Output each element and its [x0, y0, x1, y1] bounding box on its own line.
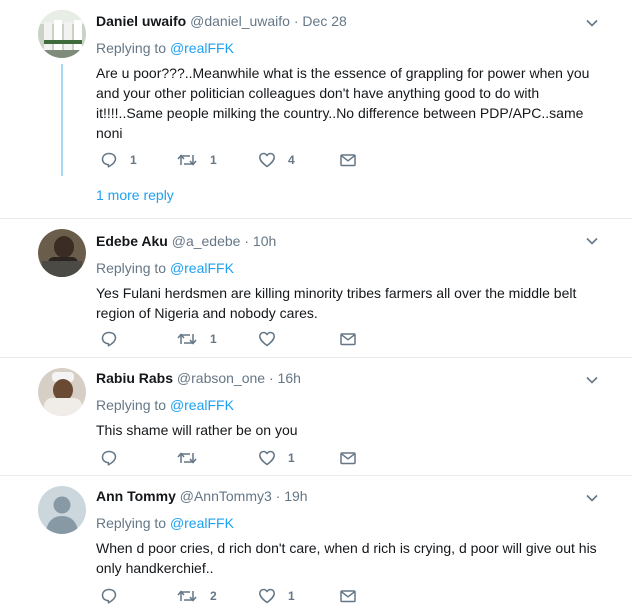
display-name[interactable]: Edebe Aku [96, 233, 168, 249]
heart-icon [259, 331, 275, 347]
user-handle[interactable]: @AnnTommy3 [180, 488, 272, 504]
chevron-down-icon[interactable] [586, 374, 598, 386]
replying-to: Replying to @realFFK [96, 396, 602, 414]
tweet-actions: 1 [96, 329, 416, 349]
retweet-button[interactable]: 1 [176, 329, 217, 349]
replying-label: Replying to [96, 40, 167, 56]
replying-to: Replying to @realFFK [96, 514, 602, 532]
chevron-down-icon[interactable] [586, 17, 598, 29]
tweet-actions: 1 [96, 448, 416, 468]
reply-button[interactable] [100, 448, 130, 468]
reply-icon [101, 588, 117, 604]
tweet-actions: 1 1 4 [96, 150, 416, 170]
chevron-down-icon[interactable] [586, 492, 598, 504]
envelope-icon [340, 452, 356, 465]
replying-label: Replying to [96, 397, 167, 413]
tweet-text: Yes Fulani herdsmen are killing minority… [96, 285, 577, 321]
tweet-card[interactable]: Daniel uwaifo @daniel_uwaifo · Dec 28 Re… [0, 0, 632, 219]
tweet-header: Rabiu Rabs @rabson_one · 16h [96, 369, 602, 387]
tweet-header: Ann Tommy @AnnTommy3 · 19h [96, 487, 602, 505]
replying-label: Replying to [96, 515, 167, 531]
retweet-button[interactable] [176, 448, 210, 468]
avatar-photo [38, 10, 86, 58]
user-handle[interactable]: @a_edebe [172, 233, 241, 249]
tweet-card[interactable]: Ann Tommy @AnnTommy3 · 19h Replying to @… [0, 476, 632, 615]
timestamp[interactable]: 16h [278, 370, 301, 386]
direct-message-button[interactable] [339, 150, 357, 170]
heart-icon [259, 588, 275, 604]
tweet-text: When d poor cries, d rich don't care, wh… [96, 540, 597, 576]
like-button[interactable]: 4 [258, 150, 295, 170]
reply-icon [101, 331, 117, 347]
thread-line [61, 64, 63, 176]
retweet-icon [177, 452, 197, 464]
tweet-card[interactable]: Rabiu Rabs @rabson_one · 16h Replying to… [0, 358, 632, 476]
envelope-icon [340, 590, 356, 603]
retweet-icon [177, 154, 197, 166]
reply-count: 1 [130, 153, 137, 167]
tweet-header: Edebe Aku @a_edebe · 10h [96, 232, 602, 250]
tweet-text: Are u poor???..Meanwhile what is the ess… [96, 65, 590, 141]
replying-to: Replying to @realFFK [96, 259, 602, 277]
separator: · [293, 13, 299, 29]
separator: · [268, 370, 274, 386]
tweet-card[interactable]: Edebe Aku @a_edebe · 10h Replying to @re… [0, 219, 632, 358]
display-name[interactable]: Daniel uwaifo [96, 13, 186, 29]
tweet-text: This shame will rather be on you [96, 422, 298, 438]
replying-label: Replying to [96, 260, 167, 276]
user-handle[interactable]: @rabson_one [177, 370, 265, 386]
avatar[interactable] [38, 486, 86, 534]
mention-link[interactable]: @realFFK [170, 397, 234, 413]
like-button[interactable] [258, 329, 288, 349]
separator: · [244, 233, 250, 249]
default-avatar-icon [38, 486, 86, 534]
retweet-icon [177, 590, 197, 602]
timestamp[interactable]: 19h [284, 488, 307, 504]
like-button[interactable]: 1 [258, 586, 295, 606]
like-count: 1 [288, 451, 295, 465]
direct-message-button[interactable] [339, 586, 357, 606]
display-name[interactable]: Rabiu Rabs [96, 370, 173, 386]
retweet-icon [177, 333, 197, 345]
reply-button[interactable]: 1 [100, 150, 137, 170]
retweet-button[interactable]: 1 [176, 150, 217, 170]
tweet-actions: 2 1 [96, 586, 416, 606]
retweet-count: 1 [210, 332, 217, 346]
avatar[interactable] [38, 368, 86, 416]
direct-message-button[interactable] [339, 329, 357, 349]
like-count: 1 [288, 589, 295, 603]
reply-button[interactable] [100, 329, 130, 349]
retweet-count: 2 [210, 589, 217, 603]
reply-icon [101, 450, 117, 466]
replying-to: Replying to @realFFK [96, 39, 602, 57]
like-button[interactable]: 1 [258, 448, 295, 468]
reply-icon [101, 152, 117, 168]
timestamp[interactable]: 10h [253, 233, 276, 249]
mention-link[interactable]: @realFFK [170, 515, 234, 531]
retweet-count: 1 [210, 153, 217, 167]
separator: · [275, 488, 281, 504]
tweet-header: Daniel uwaifo @daniel_uwaifo · Dec 28 [96, 12, 602, 30]
mention-link[interactable]: @realFFK [170, 260, 234, 276]
timestamp[interactable]: Dec 28 [302, 13, 346, 29]
envelope-icon [340, 154, 356, 167]
heart-icon [259, 152, 275, 168]
direct-message-button[interactable] [339, 448, 357, 468]
more-replies-link[interactable]: 1 more reply [96, 187, 174, 203]
user-handle[interactable]: @daniel_uwaifo [190, 13, 290, 29]
avatar-photo [38, 229, 86, 277]
display-name[interactable]: Ann Tommy [96, 488, 176, 504]
chevron-down-icon[interactable] [586, 235, 598, 247]
mention-link[interactable]: @realFFK [170, 40, 234, 56]
heart-icon [259, 450, 275, 466]
avatar[interactable] [38, 229, 86, 277]
like-count: 4 [288, 153, 295, 167]
reply-button[interactable] [100, 586, 130, 606]
avatar-photo [38, 368, 86, 416]
retweet-button[interactable]: 2 [176, 586, 217, 606]
envelope-icon [340, 333, 356, 346]
avatar[interactable] [38, 10, 86, 58]
